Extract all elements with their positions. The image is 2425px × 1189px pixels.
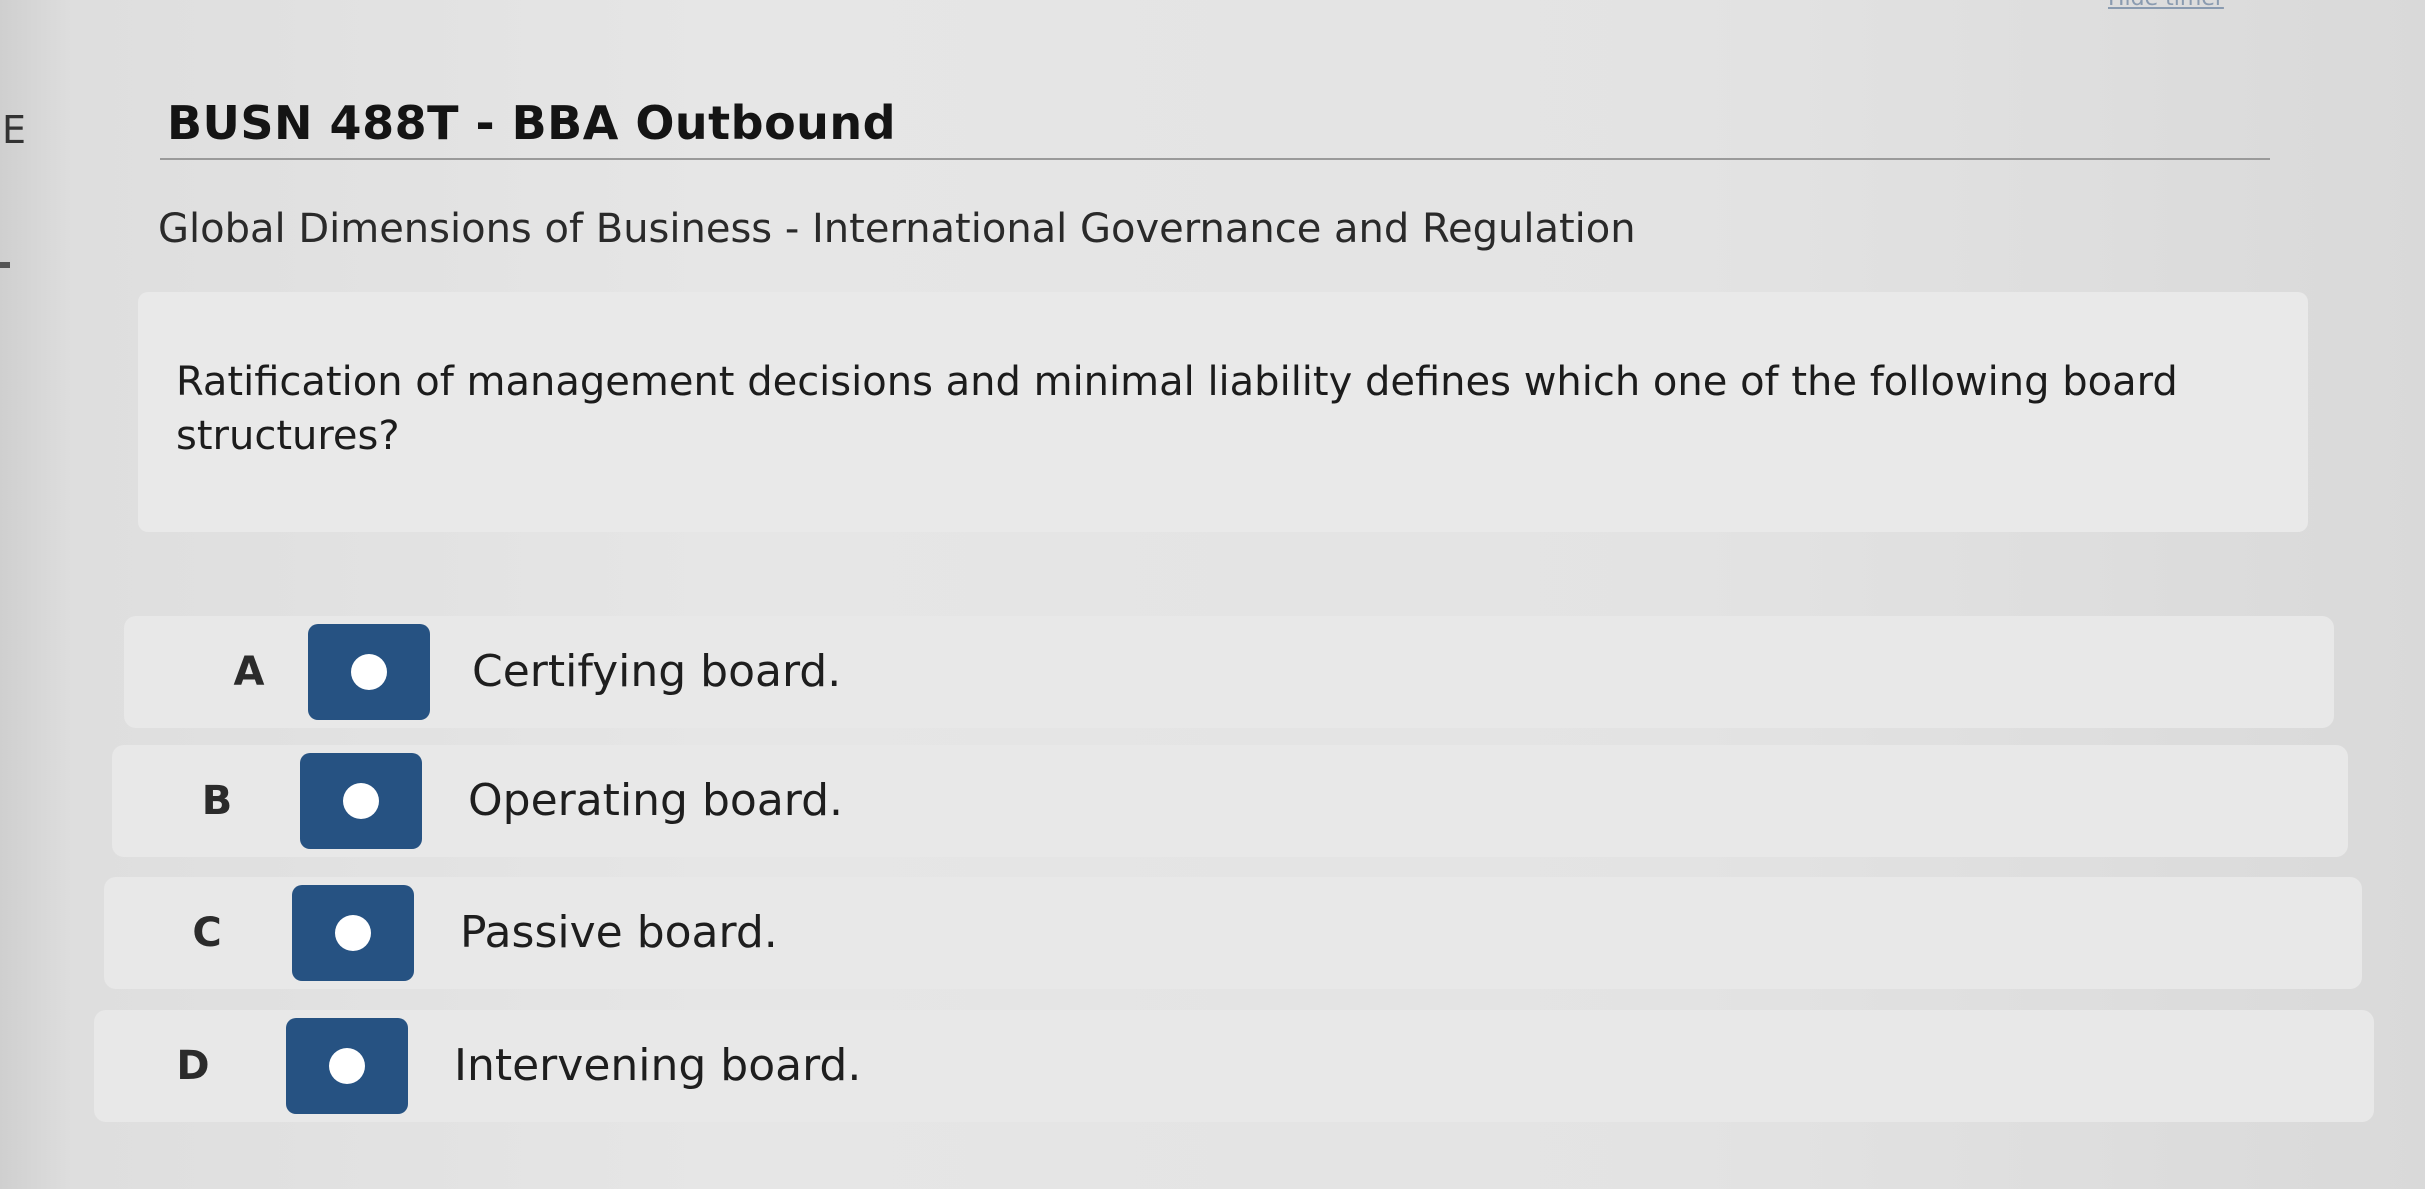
option-label: Certifying board. — [472, 646, 842, 697]
option-label: Operating board. — [468, 775, 844, 826]
radio-button-d[interactable] — [286, 1018, 408, 1114]
option-letter: B — [201, 778, 233, 824]
option-row-c[interactable]: C Passive board. — [104, 877, 2362, 989]
radio-dot-icon — [329, 1048, 365, 1084]
radio-button-b[interactable] — [300, 753, 422, 849]
quiz-page: E Hide timer BUSN 488T - BBA Outbound Gl… — [0, 0, 2425, 1189]
option-label: Passive board. — [460, 907, 778, 958]
option-row-a[interactable]: A Certifying board. — [124, 616, 2334, 728]
option-label: Intervening board. — [454, 1040, 862, 1091]
option-letter: A — [233, 649, 265, 695]
radio-button-a[interactable] — [308, 624, 430, 720]
radio-dot-icon — [343, 783, 379, 819]
radio-button-c[interactable] — [292, 885, 414, 981]
answer-options: A Certifying board. B Operating board. C… — [0, 0, 2425, 1189]
option-row-b[interactable]: B Operating board. — [112, 745, 2348, 857]
radio-dot-icon — [335, 915, 371, 951]
option-letter: D — [176, 1043, 210, 1089]
option-letter: C — [192, 910, 222, 956]
radio-dot-icon — [351, 654, 387, 690]
option-row-d[interactable]: D Intervening board. — [94, 1010, 2374, 1122]
